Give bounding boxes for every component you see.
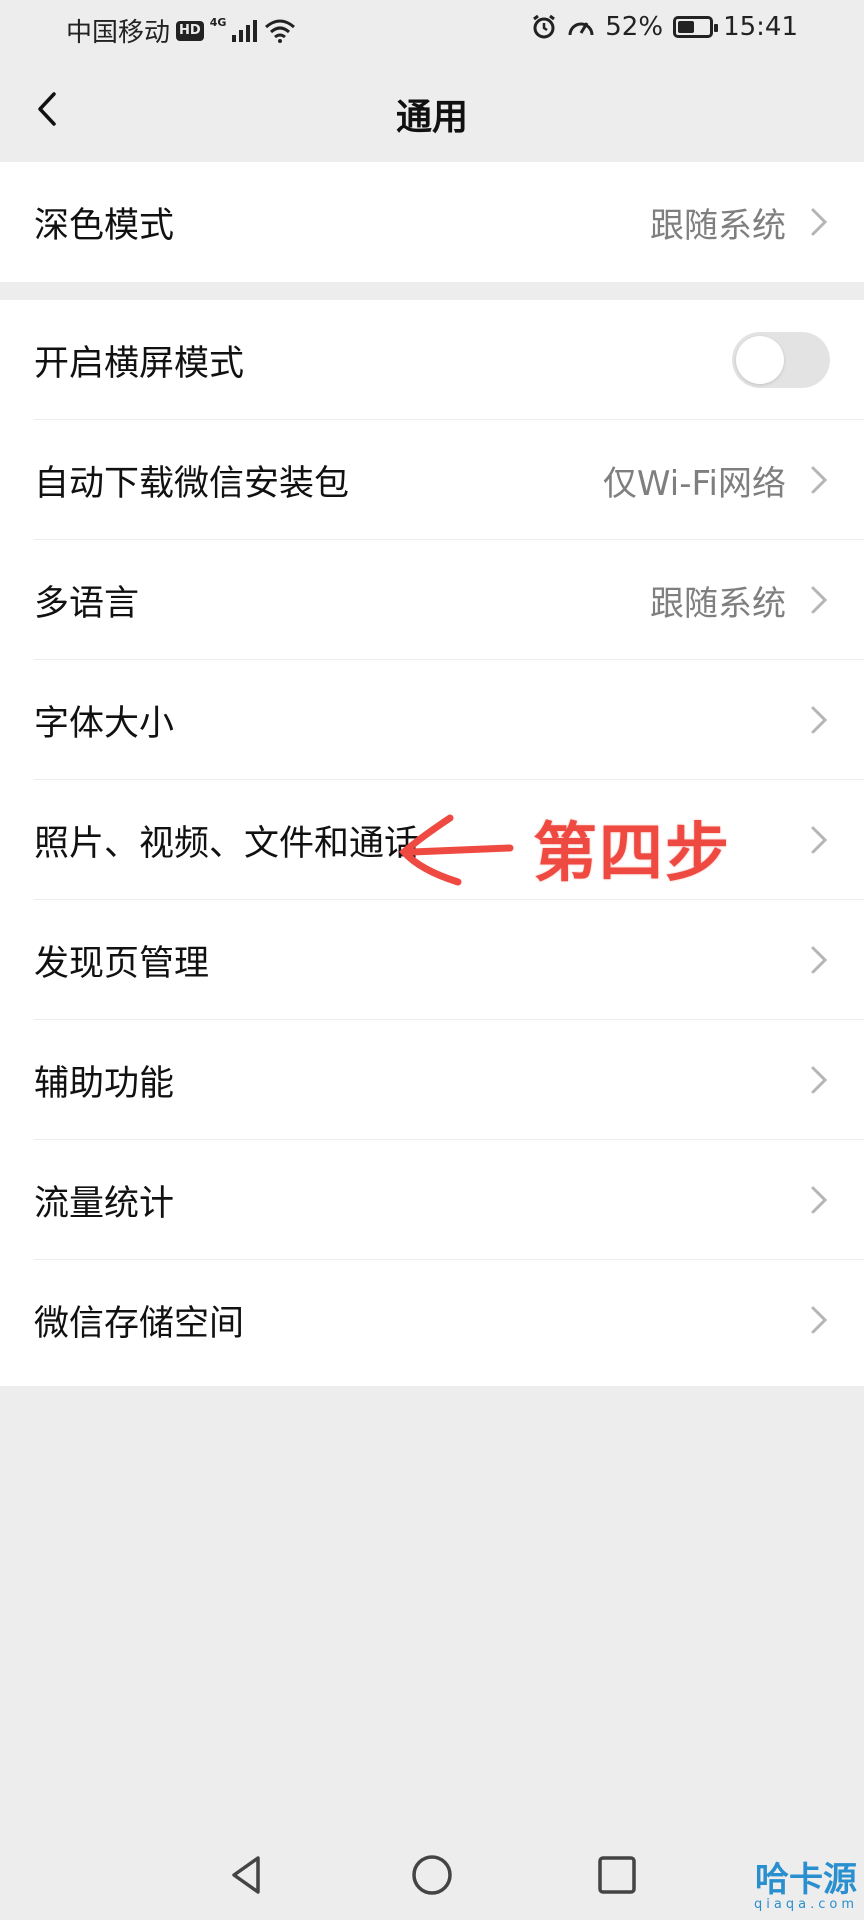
dark-mode-row[interactable]: 深色模式 跟随系统 bbox=[0, 162, 864, 282]
recents-square-icon[interactable] bbox=[592, 1850, 642, 1900]
page-title: 通用 bbox=[395, 97, 468, 138]
watermark-logo: 哈卡源 qiaqa.com bbox=[754, 1862, 858, 1912]
wechat-general-settings-screen: 中国移动 HD 4G 52% 15:41 通用 深色模式 跟随系统 开启横屏模式… bbox=[0, 0, 864, 1920]
accessibility-row[interactable]: 辅助功能 bbox=[0, 1020, 864, 1140]
auto-download-label: 自动下载微信安装包 bbox=[34, 463, 350, 504]
settings-group-display: 深色模式 跟随系统 bbox=[0, 162, 864, 282]
navigation-bar: 通用 bbox=[0, 58, 864, 162]
chevron-right-icon bbox=[811, 208, 828, 236]
chevron-right-icon bbox=[811, 586, 828, 614]
chevron-right-icon bbox=[811, 826, 828, 854]
watermark-subtext: qiaqa.com bbox=[754, 1897, 858, 1912]
hd-badge: HD bbox=[176, 20, 204, 41]
home-circle-icon[interactable] bbox=[407, 1850, 457, 1900]
landscape-mode-row: 开启横屏模式 bbox=[0, 300, 864, 420]
chevron-right-icon bbox=[811, 1306, 828, 1334]
font-size-label: 字体大小 bbox=[34, 703, 175, 744]
annotation-label: 第四步 bbox=[533, 817, 731, 891]
status-right: 52% 15:41 bbox=[531, 12, 798, 42]
back-triangle-icon[interactable] bbox=[222, 1850, 272, 1900]
watermark-text: 哈卡源 bbox=[755, 1860, 858, 1900]
language-row[interactable]: 多语言 跟随系统 bbox=[0, 540, 864, 660]
storage-label: 微信存储空间 bbox=[34, 1303, 245, 1344]
signal-icon bbox=[232, 19, 258, 42]
chevron-right-icon bbox=[811, 946, 828, 974]
annotation-arrow-icon bbox=[399, 814, 514, 886]
landscape-mode-label: 开启横屏模式 bbox=[34, 343, 245, 384]
battery-level-fill bbox=[678, 21, 695, 33]
system-navigation-bar: 哈卡源 qiaqa.com bbox=[0, 1830, 864, 1920]
status-bar: 中国移动 HD 4G 52% 15:41 bbox=[0, 0, 864, 58]
language-label: 多语言 bbox=[34, 583, 140, 624]
data-usage-label: 流量统计 bbox=[34, 1183, 175, 1224]
storage-row[interactable]: 微信存储空间 bbox=[0, 1260, 864, 1380]
chevron-right-icon bbox=[811, 1186, 828, 1214]
media-files-calls-label: 照片、视频、文件和通话 bbox=[34, 823, 420, 864]
network-type: 4G bbox=[209, 16, 227, 29]
language-value: 跟随系统 bbox=[650, 583, 786, 624]
chevron-right-icon bbox=[811, 1066, 828, 1094]
landscape-mode-toggle[interactable] bbox=[732, 332, 830, 388]
clock-time: 15:41 bbox=[723, 12, 798, 42]
data-usage-row[interactable]: 流量统计 bbox=[0, 1140, 864, 1260]
discover-management-row[interactable]: 发现页管理 bbox=[0, 900, 864, 1020]
auto-download-value: 仅Wi-Fi网络 bbox=[602, 463, 786, 504]
dark-mode-value: 跟随系统 bbox=[650, 205, 786, 246]
carrier-name: 中国移动 bbox=[66, 18, 171, 48]
alarm-icon bbox=[533, 14, 556, 39]
toggle-knob bbox=[736, 336, 784, 384]
battery-icon bbox=[673, 16, 719, 38]
speed-icon bbox=[568, 22, 594, 36]
chevron-right-icon bbox=[811, 706, 828, 734]
discover-management-label: 发现页管理 bbox=[34, 943, 210, 984]
status-left: 中国移动 HD 4G bbox=[66, 12, 296, 49]
accessibility-label: 辅助功能 bbox=[34, 1063, 175, 1104]
chevron-right-icon bbox=[811, 466, 828, 494]
battery-percent: 52% bbox=[605, 12, 664, 42]
font-size-row[interactable]: 字体大小 bbox=[0, 660, 864, 780]
auto-download-row[interactable]: 自动下载微信安装包 仅Wi-Fi网络 bbox=[0, 420, 864, 540]
dark-mode-label: 深色模式 bbox=[34, 205, 175, 246]
wifi-icon bbox=[265, 19, 296, 43]
